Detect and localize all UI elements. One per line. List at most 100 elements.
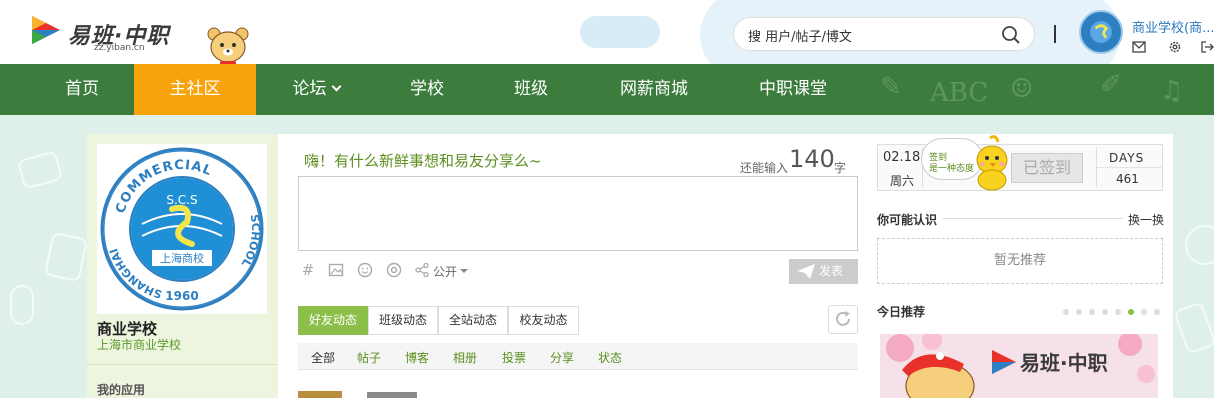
- decor-doodle: [10, 285, 34, 325]
- header-divider: [1054, 25, 1056, 43]
- main-nav: ✎ ABC ☺ ✐ ♫ 首页 主社区 论坛 学校 班级 网薪商城 中职课堂: [0, 64, 1214, 115]
- banner-image: 易班·中职: [880, 334, 1158, 398]
- tab-site-feed[interactable]: 全站动态: [438, 306, 508, 335]
- send-icon: [797, 264, 815, 279]
- carousel-dot[interactable]: [1102, 309, 1108, 315]
- publish-label: 发表: [819, 264, 844, 278]
- filter-bar: [298, 343, 858, 370]
- decor-doodle: [43, 231, 89, 283]
- filter-posts[interactable]: 帖子: [357, 349, 381, 366]
- carousel-dot[interactable]: [1089, 309, 1095, 315]
- tab-friends-feed[interactable]: 好友动态: [298, 306, 368, 335]
- filter-all[interactable]: 全部: [311, 349, 335, 366]
- decor-doodle: [1185, 225, 1214, 265]
- mail-icon[interactable]: [1132, 40, 1146, 54]
- divider: [1097, 167, 1163, 168]
- carousel-dot[interactable]: [1141, 309, 1147, 315]
- search-input[interactable]: [748, 26, 998, 44]
- carousel-dot[interactable]: [1063, 309, 1069, 315]
- refresh-button[interactable]: [828, 305, 858, 334]
- no-recommendation-box: 暂无推荐: [877, 238, 1163, 284]
- sign-date: 02.18: [883, 150, 921, 165]
- nav-item-home[interactable]: 首页: [40, 64, 124, 115]
- nav-item-course[interactable]: 中职课堂: [742, 64, 844, 115]
- feed-item-avatar[interactable]: [298, 391, 342, 398]
- decor-doodle: [16, 150, 64, 190]
- image-icon[interactable]: [328, 262, 344, 278]
- decor-doodle: ✎: [880, 72, 902, 102]
- logo-mark-icon: [32, 16, 60, 44]
- school-full-name[interactable]: 上海市商业学校: [97, 336, 181, 353]
- username-link[interactable]: 商业学校(商...: [1132, 17, 1214, 36]
- publish-button[interactable]: 发表: [789, 259, 858, 284]
- nav-label: 中职课堂: [759, 79, 827, 99]
- decor-doodle: ✐: [1100, 70, 1122, 100]
- nav-label: 首页: [65, 79, 99, 99]
- decor-doodle: ABC: [930, 78, 989, 108]
- hashtag-icon[interactable]: #: [300, 262, 316, 278]
- decor-doodle: ♫: [1160, 76, 1184, 106]
- nav-item-school[interactable]: 学校: [392, 64, 462, 115]
- nav-item-forum[interactable]: 论坛: [276, 64, 356, 115]
- chevron-down-icon: [331, 81, 341, 92]
- emoji-icon[interactable]: [357, 262, 373, 278]
- refresh-icon: [836, 311, 850, 326]
- days-label: DAYS: [1109, 151, 1145, 165]
- nav-label: 主社区: [169, 79, 221, 99]
- mascot-chick-icon: [976, 135, 1008, 191]
- settings-gear-icon[interactable]: [1168, 40, 1182, 54]
- nav-label: 论坛: [292, 79, 327, 99]
- filter-votes[interactable]: 投票: [502, 349, 526, 366]
- char-remain-unit: 字: [834, 161, 847, 175]
- char-remain-count: 140: [789, 145, 835, 173]
- nav-item-shop[interactable]: 网薪商城: [604, 64, 704, 115]
- feed-item-name[interactable]: [367, 392, 417, 398]
- divider: [943, 218, 1123, 219]
- people-you-may-know-title: 你可能认识: [877, 213, 938, 227]
- logo-initials: S.C.S: [166, 193, 197, 207]
- carousel-dot[interactable]: [1115, 309, 1121, 315]
- filter-blogs[interactable]: 博客: [405, 349, 429, 366]
- decor-doodle: [1173, 301, 1214, 355]
- site-logo[interactable]: 易班·中职 zz.yiban.cn: [30, 12, 180, 56]
- visibility-dropdown[interactable]: 公开: [433, 263, 457, 280]
- logo-chinese: 上海商校: [160, 251, 204, 265]
- school-logo[interactable]: COMMERCIAL SHANGHAI SCHOOL S.C.S 上海商校 19…: [97, 144, 267, 314]
- filter-shares[interactable]: 分享: [550, 349, 574, 366]
- search-icon[interactable]: [1001, 25, 1021, 45]
- divider: [87, 364, 278, 365]
- share-visibility-icon[interactable]: [414, 262, 430, 278]
- caret-down-icon: [460, 269, 468, 273]
- refresh-suggestions-link[interactable]: 换一换: [1128, 211, 1164, 228]
- days-count: 461: [1116, 172, 1139, 186]
- post-prompt: 嗨！有什么新鲜事想和易友分享么~: [304, 152, 542, 170]
- nav-label: 网薪商城: [620, 79, 688, 99]
- nav-item-class[interactable]: 班级: [496, 64, 566, 115]
- char-remain-label: 还能输入: [740, 161, 789, 175]
- tab-alumni-feed[interactable]: 校友动态: [508, 306, 579, 335]
- sign-weekday: 周六: [890, 174, 915, 188]
- signed-in-button[interactable]: 已签到: [1011, 153, 1083, 183]
- logout-icon[interactable]: [1200, 40, 1214, 54]
- logo-year: 1960: [165, 289, 198, 303]
- recommend-banner[interactable]: 易班·中职: [880, 334, 1158, 398]
- nav-label: 学校: [410, 79, 444, 99]
- mention-icon[interactable]: [386, 262, 402, 278]
- decor-cloud: [580, 16, 660, 48]
- my-apps-title: 我的应用: [97, 383, 146, 397]
- today-recommend-title: 今日推荐: [877, 305, 926, 319]
- carousel-dot-active[interactable]: [1128, 309, 1134, 315]
- logo-subtitle: zz.yiban.cn: [94, 43, 145, 53]
- search-box: [733, 17, 1035, 51]
- user-avatar[interactable]: [1079, 10, 1123, 54]
- post-textarea[interactable]: [298, 176, 858, 251]
- carousel-dot[interactable]: [1154, 309, 1160, 315]
- mascot-bear-icon: [207, 27, 249, 66]
- carousel-dot[interactable]: [1076, 309, 1082, 315]
- filter-albums[interactable]: 相册: [453, 349, 477, 366]
- decor-doodle: ☺: [1010, 74, 1034, 104]
- nav-item-main-community[interactable]: 主社区: [134, 64, 256, 115]
- tab-class-feed[interactable]: 班级动态: [368, 306, 438, 335]
- banner-text: 易班·中职: [1020, 351, 1108, 375]
- filter-status[interactable]: 状态: [598, 349, 622, 366]
